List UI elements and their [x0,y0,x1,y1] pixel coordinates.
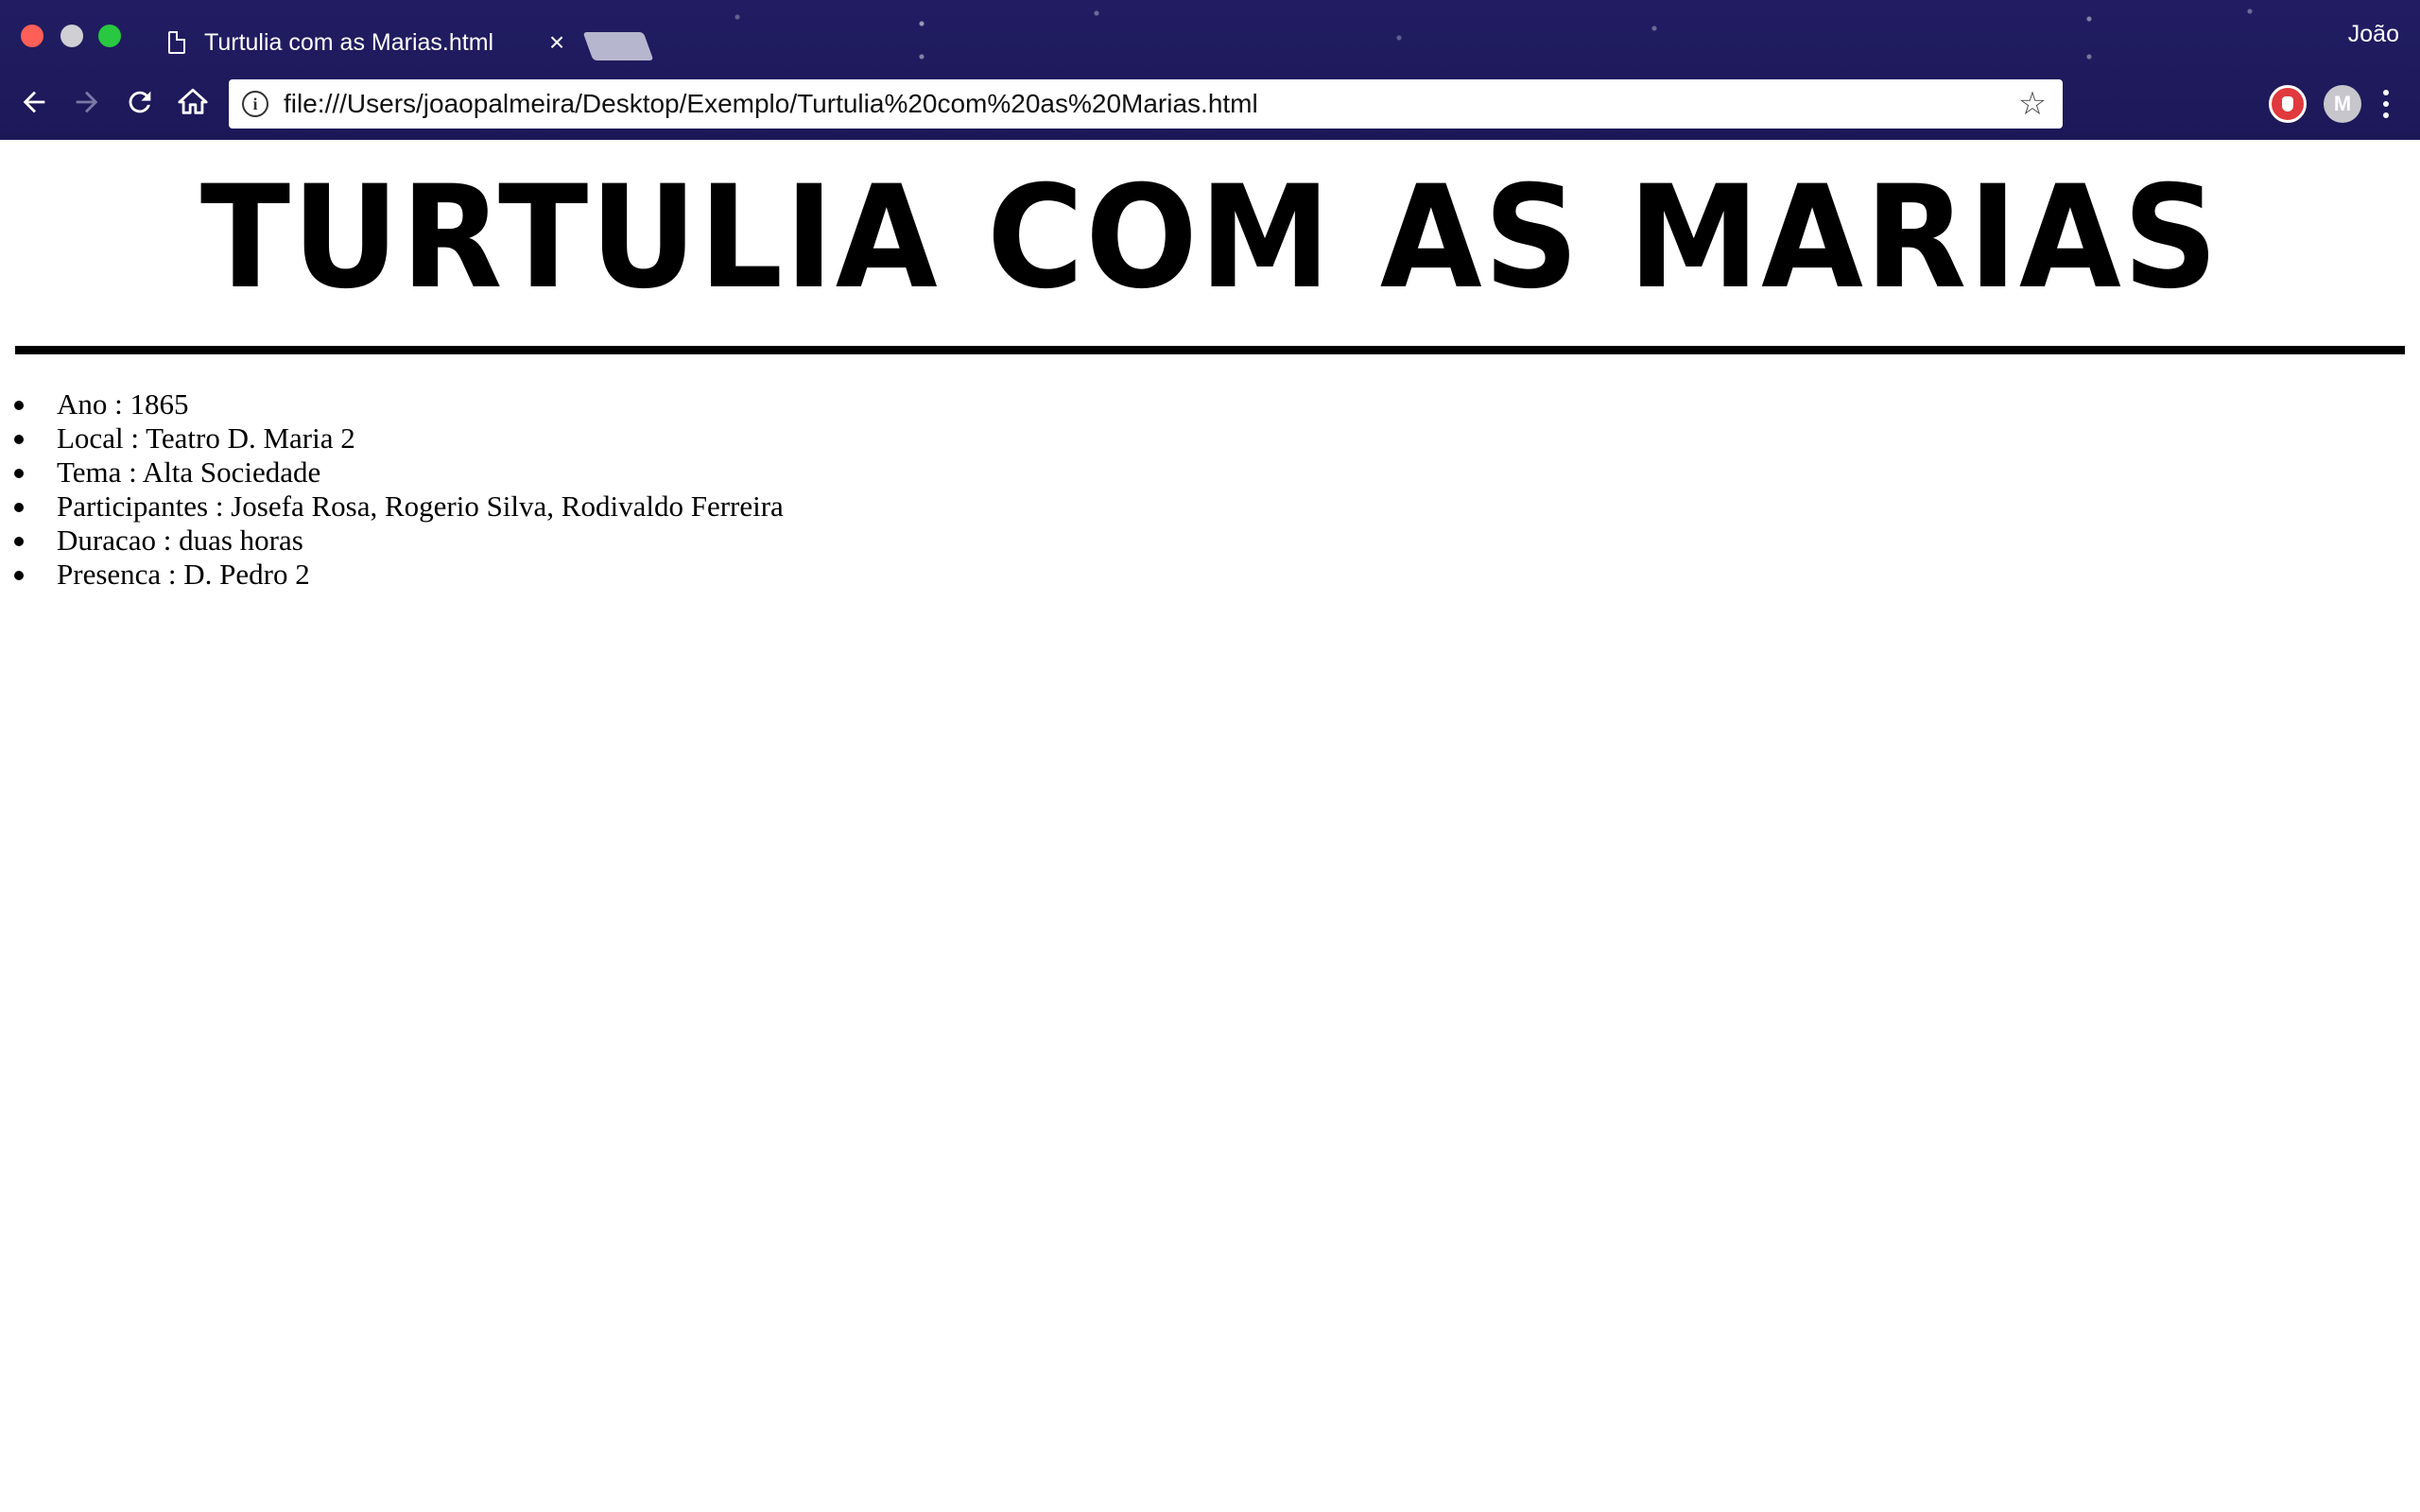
menu-icon[interactable] [2373,83,2399,125]
list-item: Presenca : D. Pedro 2 [14,558,784,592]
zoom-window-button[interactable] [98,25,121,47]
menu-dot [2383,90,2389,95]
tab-active[interactable]: Turtulia com as Marias.html × [144,15,579,70]
forward-arrow-icon[interactable] [68,83,106,121]
new-tab-button[interactable] [582,32,654,60]
list-item: Tema : Alta Sociedade [14,455,784,490]
extension-m-icon[interactable]: M [2324,85,2361,123]
address-bar-url[interactable]: file:///Users/joaopalmeira/Desktop/Exemp… [284,89,2015,119]
list-item: Local : Teatro D. Maria 2 [14,421,784,455]
reload-icon[interactable] [121,83,159,121]
browser-chrome: Turtulia com as Marias.html × João i fil… [0,0,2420,140]
horizontal-rule [15,346,2405,354]
info-icon[interactable]: i [242,91,268,117]
hand-icon [2282,96,2293,112]
menu-dot [2383,112,2389,118]
menu-dot [2383,101,2389,107]
document-icon [168,31,185,54]
back-arrow-icon[interactable] [15,83,53,121]
page-content: TURTULIA COM AS MARIAS Ano : 1865 Local … [0,140,2420,1512]
details-list: Ano : 1865 Local : Teatro D. Maria 2 Tem… [0,387,784,592]
profile-name[interactable]: João [2348,21,2399,48]
minimize-window-button[interactable] [60,25,83,47]
close-window-button[interactable] [21,25,43,47]
address-bar[interactable]: i file:///Users/joaopalmeira/Desktop/Exe… [229,79,2063,129]
tab-title: Turtulia com as Marias.html [204,28,494,56]
list-item: Ano : 1865 [14,387,784,421]
home-icon[interactable] [174,83,212,121]
adblock-icon[interactable] [2269,85,2307,123]
list-item: Duracao : duas horas [14,524,784,558]
list-item: Participantes : Josefa Rosa, Rogerio Sil… [14,490,784,523]
star-icon[interactable]: ☆ [2015,86,2049,122]
tab-close-icon[interactable]: × [543,27,571,57]
page-title: TURTULIA COM AS MARIAS [199,156,2221,320]
